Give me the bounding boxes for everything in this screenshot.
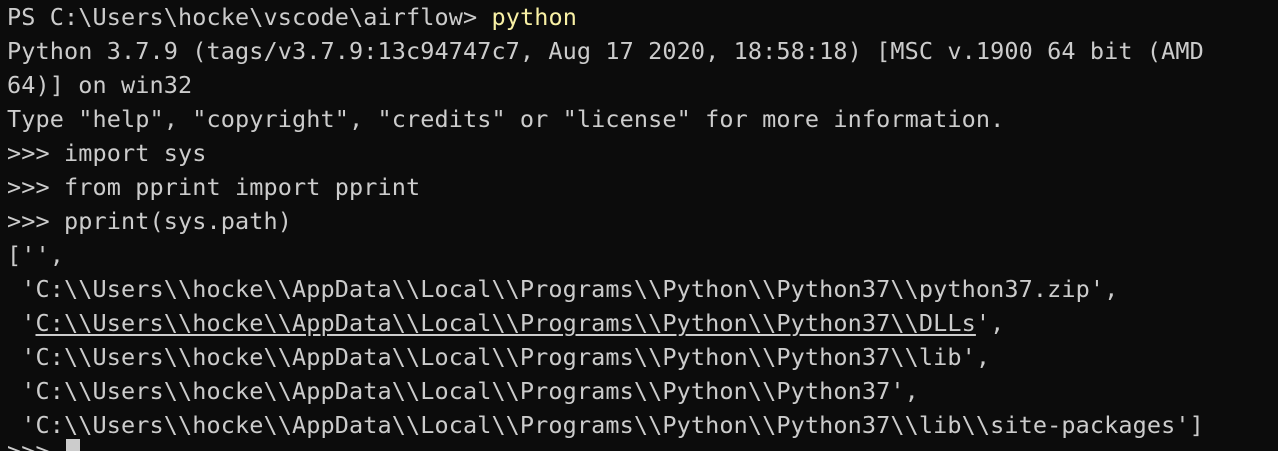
python-banner-line-1: Python 3.7.9 (tags/v3.7.9:13c94747c7, Au… [7, 37, 1204, 65]
output-path-lib: 'C:\\Users\\hocke\\AppData\\Local\\Progr… [7, 343, 991, 371]
terminal-window[interactable]: PS C:\Users\hocke\vscode\airflow> python… [0, 0, 1278, 451]
output-path-python37: 'C:\\Users\\hocke\\AppData\\Local\\Progr… [7, 377, 919, 405]
repl-input-import-sys: >>> import sys [7, 139, 207, 167]
repl-input-import-pprint: >>> from pprint import pprint [7, 173, 421, 201]
path-dlls-prefix: ' [7, 309, 36, 337]
python-banner-line-3: Type "help", "copyright", "credits" or "… [7, 105, 1005, 133]
repl-input-pprint-path: >>> pprint(sys.path) [7, 207, 292, 235]
output-list-open: ['', [7, 241, 64, 269]
output-path-dlls: 'C:\\Users\\hocke\\AppData\\Local\\Progr… [7, 306, 1278, 340]
path-dlls-link[interactable]: C:\\Users\\hocke\\AppData\\Local\\Progra… [36, 309, 976, 337]
output-path-python37-zip: 'C:\\Users\\hocke\\AppData\\Local\\Progr… [7, 275, 1119, 303]
final-prompt: >>> [7, 437, 64, 451]
python-command: python [491, 3, 577, 31]
output-path-site-packages: 'C:\\Users\\hocke\\AppData\\Local\\Progr… [7, 411, 1204, 439]
prompt-path: PS C:\Users\hocke\vscode\airflow> [7, 3, 492, 31]
path-dlls-suffix: ', [975, 309, 1005, 337]
python-banner-line-2: 64)] on win32 [7, 71, 193, 99]
text-cursor [66, 439, 80, 451]
powershell-prompt-line: PS C:\Users\hocke\vscode\airflow> python [7, 0, 1278, 34]
final-repl-prompt-line[interactable]: >>> [7, 434, 80, 451]
